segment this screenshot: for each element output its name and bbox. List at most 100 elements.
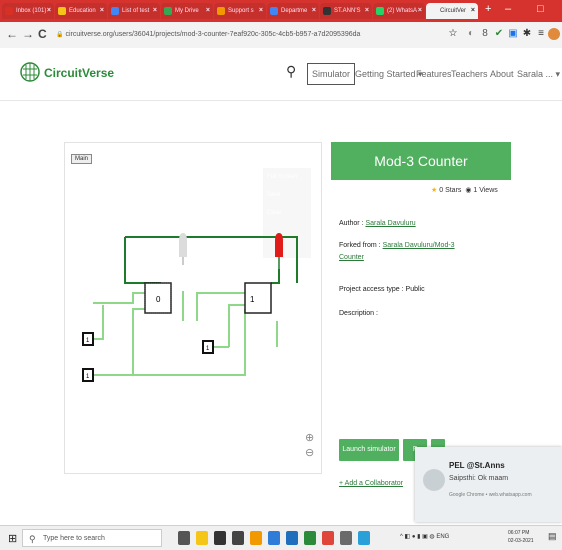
nav-about[interactable]: About: [490, 69, 514, 79]
nav-user-menu[interactable]: Sarala ... ▾: [517, 69, 560, 80]
clock-time: 06:07 PM: [508, 530, 530, 536]
browser-tab[interactable]: Support s ×: [214, 3, 266, 19]
eye-icon: ◉: [465, 187, 472, 194]
notifications-icon[interactable]: ▤: [548, 531, 557, 542]
tab-label: My Drive: [175, 8, 199, 14]
browser-tab-bar: Inbox (101) × Education × List of test × My Dr…: [0, 0, 562, 22]
add-collaborator-row: + Add a Collaborator: [339, 478, 403, 490]
zoom-out-icon[interactable]: ⊖: [305, 446, 314, 459]
tab-favicon-icon: [164, 7, 172, 15]
browser-tab[interactable]: List of test ×: [108, 3, 160, 19]
notification-toast[interactable]: PEL @St.Anns Saipsthi: Ok maam Google Ch…: [415, 447, 562, 522]
tab-favicon-icon: [376, 7, 384, 15]
reading-list-icon[interactable]: ≡: [536, 28, 546, 40]
reload-icon[interactable]: C: [38, 27, 47, 41]
forked-link-cont[interactable]: Counter: [339, 254, 364, 261]
forked-label: Forked from :: [339, 242, 381, 249]
system-tray[interactable]: ^ ◧ ● ▮ ▣ ◍ ENG: [400, 533, 449, 540]
forward-icon[interactable]: →: [22, 27, 34, 41]
tab-close-icon[interactable]: ×: [365, 3, 369, 19]
author-row: Author : Sarala Davuluru: [339, 218, 416, 230]
taskbar-app-icon[interactable]: [286, 531, 298, 545]
url-field[interactable]: 🔒 circuitverse.org/users/36041/projects/…: [56, 26, 426, 44]
nav-features[interactable]: Features: [416, 69, 452, 79]
flip-flop-1-label: 1: [250, 295, 255, 304]
toast-source: Google Chrome • web.whatsapp.com: [449, 492, 532, 498]
profile-avatar[interactable]: [548, 28, 560, 40]
browser-tab[interactable]: Inbox (101) ×: [2, 3, 54, 19]
whatsapp-group-icon: [423, 469, 445, 491]
extensions-puzzle-icon[interactable]: ✱: [522, 28, 532, 40]
project-stats: ★ 0 Stars ◉ 1 Views: [431, 186, 498, 194]
launch-simulator-button[interactable]: Launch simulator: [339, 439, 399, 461]
circuitverse-logo-icon[interactable]: [19, 61, 41, 83]
taskbar-app-icon[interactable]: [196, 531, 208, 545]
maximize-button[interactable]: □: [537, 3, 544, 15]
tab-label: Education: [69, 8, 96, 14]
clock-input[interactable]: 1: [82, 368, 94, 382]
tab-favicon-icon: [5, 7, 13, 15]
tab-close-icon[interactable]: ×: [100, 3, 104, 19]
tab-favicon-icon: [111, 7, 119, 15]
input-toggle[interactable]: 1: [202, 340, 214, 354]
tab-favicon-icon: [217, 7, 225, 15]
taskbar-app-icon[interactable]: [322, 531, 334, 545]
back-icon[interactable]: ←: [6, 27, 18, 41]
taskbar-app-icon[interactable]: [214, 531, 226, 545]
tab-close-icon[interactable]: ×: [418, 3, 422, 19]
extension-icon[interactable]: 8: [480, 28, 490, 40]
author-link[interactable]: Sarala Davuluru: [365, 220, 415, 227]
nav-teachers[interactable]: Teachers: [451, 69, 488, 79]
browser-tab[interactable]: CircuitVer ×: [426, 3, 478, 19]
browser-tab[interactable]: Education ×: [55, 3, 107, 19]
taskbar-app-icon[interactable]: [178, 531, 190, 545]
extension-icon[interactable]: ◐: [466, 28, 476, 40]
circuit-diagram: 0 1 1 1 1: [82, 233, 298, 382]
taskbar-app-icon[interactable]: [340, 531, 352, 545]
browser-tab[interactable]: Departme ×: [267, 3, 319, 19]
tab-close-icon[interactable]: ×: [206, 3, 210, 19]
tab-close-icon[interactable]: ×: [259, 3, 263, 19]
star-icon[interactable]: ★: [431, 187, 437, 194]
taskbar-app-icon[interactable]: [304, 531, 316, 545]
nav-simulator[interactable]: Simulator: [307, 63, 356, 85]
zoom-in-icon[interactable]: ⊕: [305, 431, 314, 444]
tab-label: Departme: [281, 8, 308, 14]
taskbar-app-icon[interactable]: [358, 531, 370, 545]
minimize-button[interactable]: –: [505, 3, 511, 15]
tab-close-icon[interactable]: ×: [312, 3, 316, 19]
tab-favicon-icon: [58, 7, 66, 15]
site-navbar: CircuitVerse ⚲ Simulator Getting Started…: [0, 48, 562, 101]
new-tab-button[interactable]: +: [485, 3, 491, 15]
forked-link[interactable]: Sarala Davuluru/Mod-3: [383, 242, 455, 249]
windows-start-icon[interactable]: ⊞: [8, 532, 17, 545]
tab-favicon-icon: [429, 7, 437, 15]
access-type: Project access type : Public: [339, 286, 425, 293]
brand-name[interactable]: CircuitVerse: [44, 66, 114, 80]
nav-getting-started[interactable]: Getting Started ▾: [355, 69, 423, 80]
tab-close-icon[interactable]: ×: [471, 3, 475, 19]
url-text: circuitverse.org/users/36041/projects/mo…: [65, 31, 361, 38]
taskbar-app-icon[interactable]: [268, 531, 280, 545]
browser-tab[interactable]: (2) WhatsA ×: [373, 3, 425, 19]
input-toggle[interactable]: 1: [82, 332, 94, 346]
address-bar: ← → C 🔒 circuitverse.org/users/36041/pro…: [0, 22, 562, 49]
stars-count: 0 Stars: [439, 187, 462, 194]
taskbar-app-icon[interactable]: [250, 531, 262, 545]
browser-tab[interactable]: ST.ANN'S ×: [320, 3, 372, 19]
tab-close-icon[interactable]: ×: [47, 3, 51, 19]
circuit-canvas[interactable]: Main Full Screen Save Clear 0 1 1 1 1 ⊕ …: [64, 142, 322, 474]
extension-icon[interactable]: ✔: [494, 28, 504, 40]
search-icon[interactable]: ⚲: [286, 63, 296, 80]
browser-tab[interactable]: My Drive ×: [161, 3, 213, 19]
extension-icon[interactable]: ▣: [508, 28, 518, 40]
add-collaborator-link[interactable]: + Add a Collaborator: [339, 480, 403, 487]
tab-favicon-icon: [270, 7, 278, 15]
tab-close-icon[interactable]: ×: [153, 3, 157, 19]
flip-flop-0[interactable]: 0: [144, 282, 172, 314]
taskbar-search[interactable]: ⚲ Type here to search: [22, 529, 162, 547]
taskbar-app-icon[interactable]: [232, 531, 244, 545]
clock[interactable]: 06:07 PM 02-03-2021: [508, 529, 534, 545]
flip-flop-1[interactable]: 1: [244, 282, 272, 314]
bookmark-star-icon[interactable]: ☆: [448, 28, 458, 40]
